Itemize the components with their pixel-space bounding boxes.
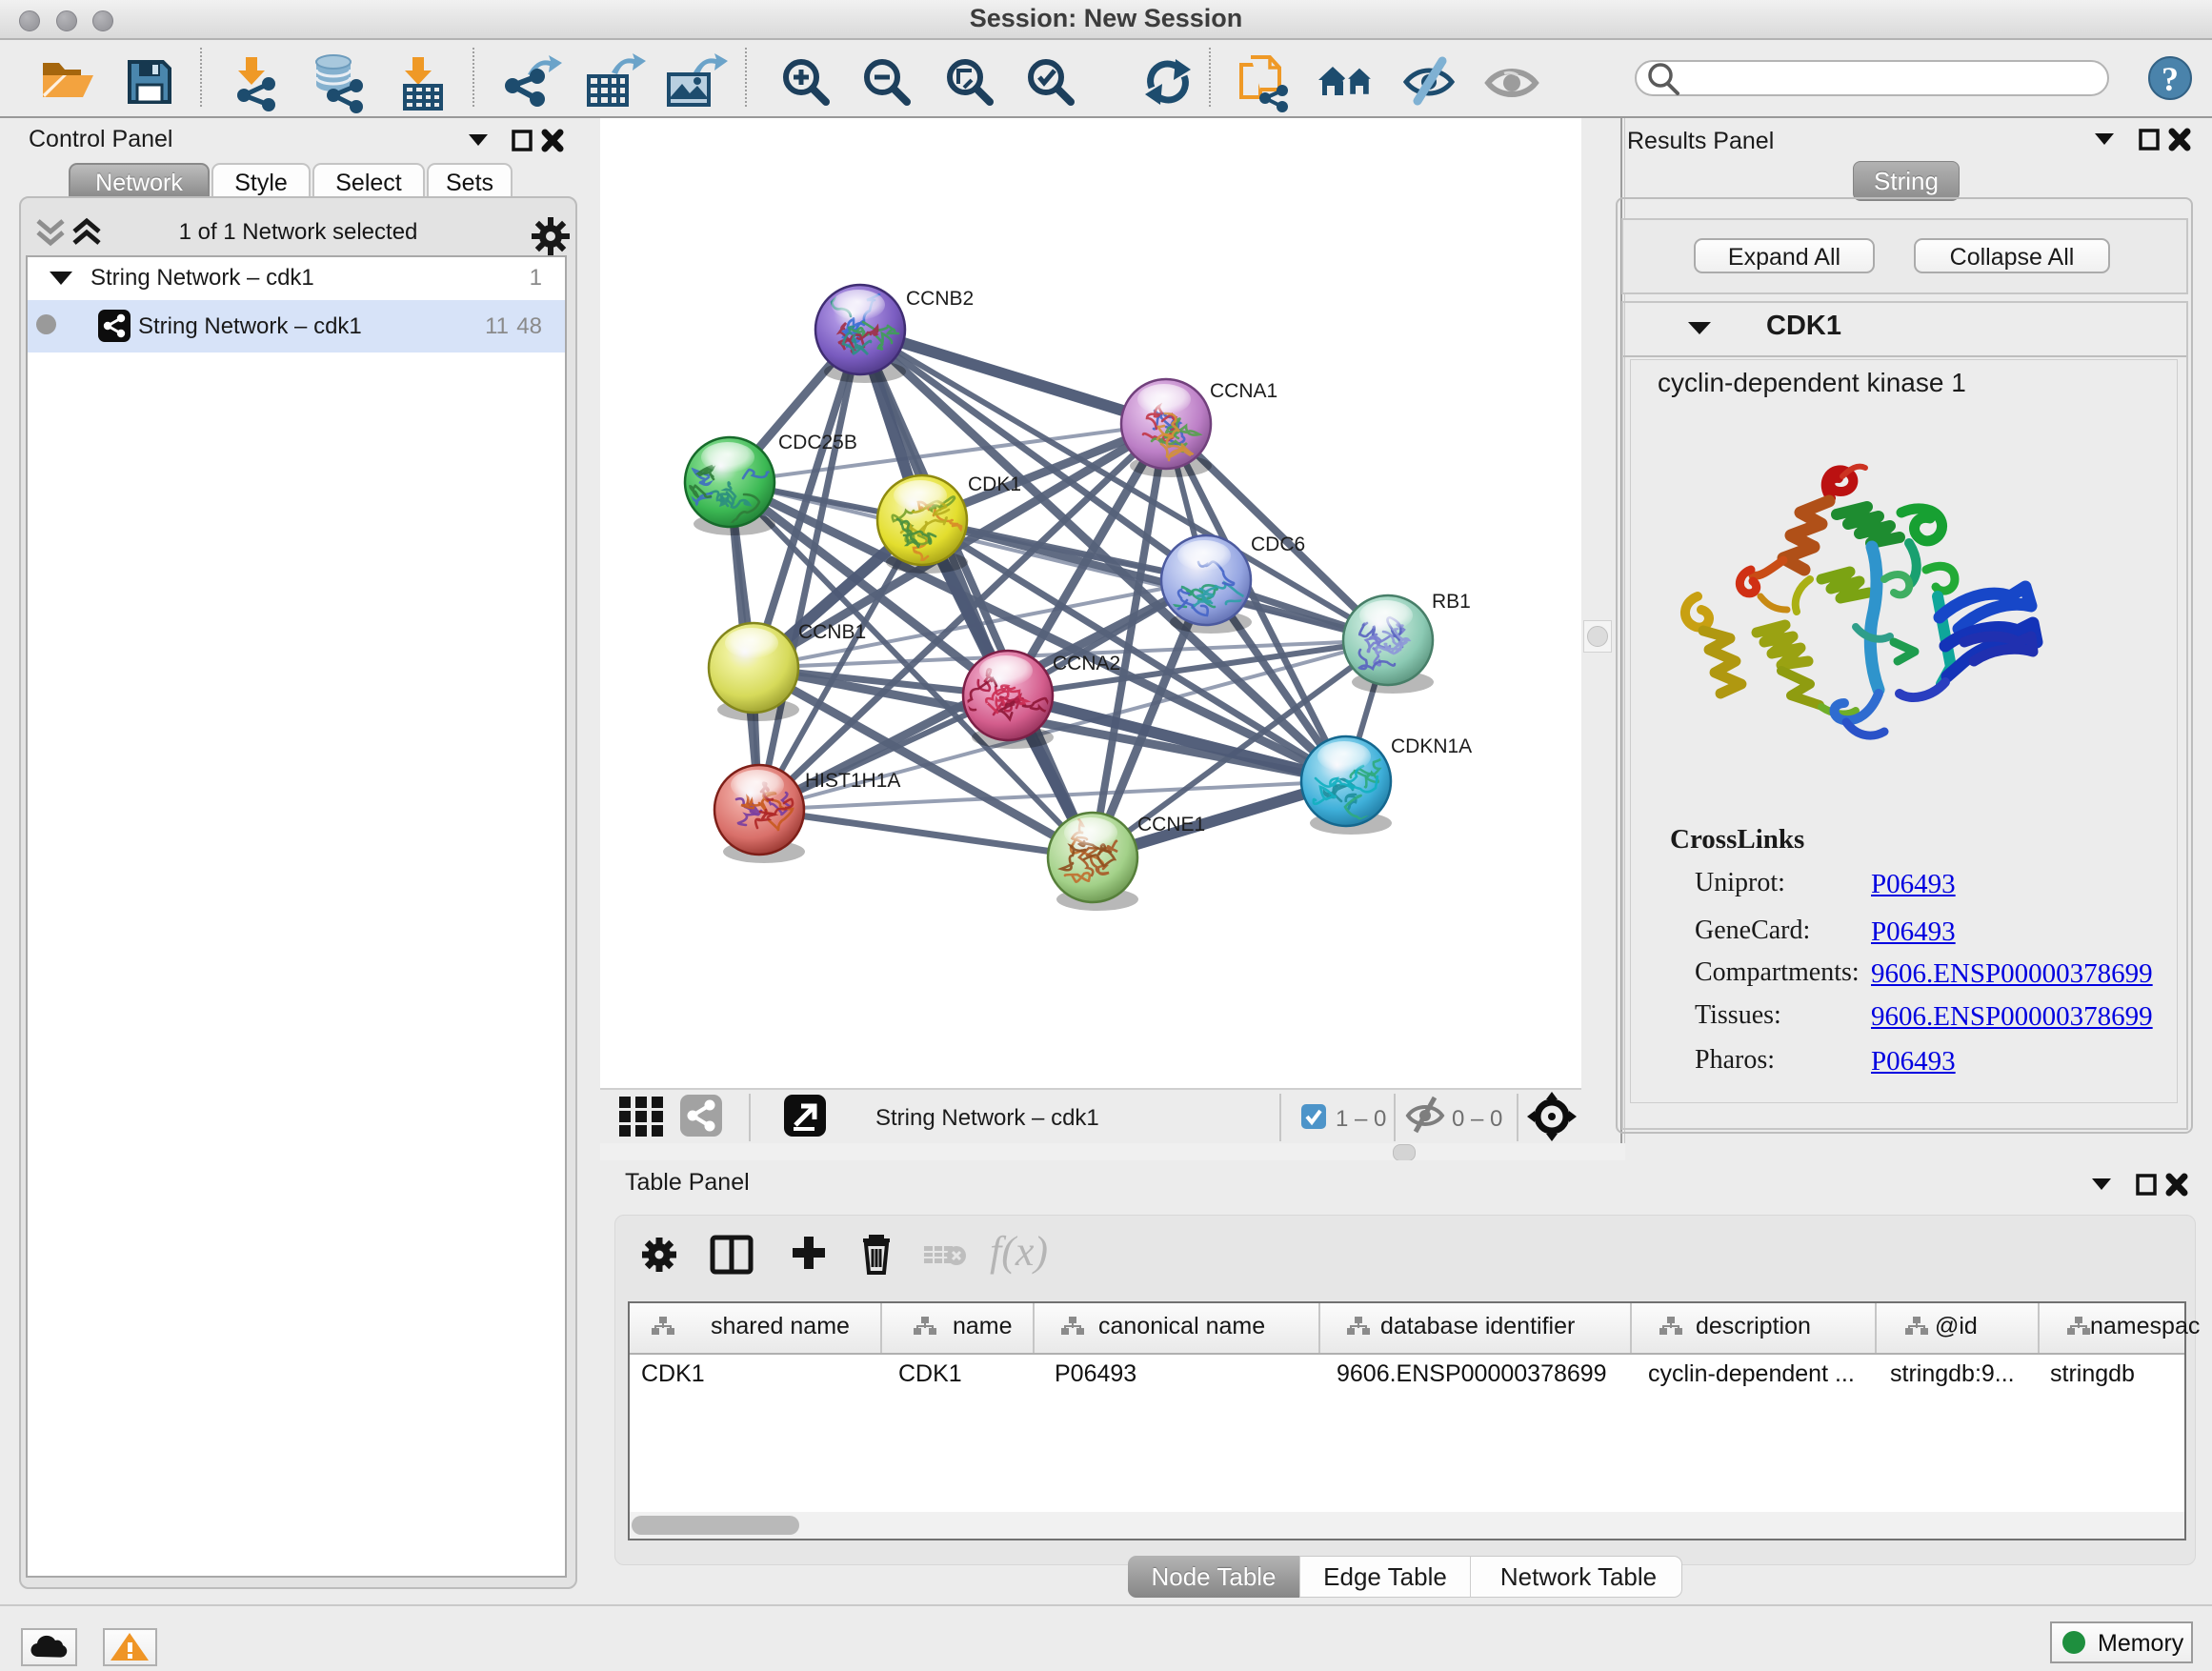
svg-text:CCNB1: CCNB1: [798, 621, 866, 643]
svg-text:CDC25B: CDC25B: [778, 432, 857, 453]
svg-text:CCNE1: CCNE1: [1137, 814, 1205, 836]
svg-text:String Network – cdk1: String Network – cdk1: [875, 1105, 1099, 1131]
svg-text:CDKN1A: CDKN1A: [1391, 735, 1472, 757]
svg-text:CCNB2: CCNB2: [906, 288, 974, 310]
svg-text:HIST1H1A: HIST1H1A: [805, 770, 900, 792]
svg-text:CDK1: CDK1: [968, 473, 1021, 495]
svg-text:CDC6: CDC6: [1251, 534, 1305, 555]
svg-text:f(x): f(x): [990, 1228, 1048, 1275]
svg-text:0 – 0: 0 – 0: [1452, 1106, 1502, 1132]
svg-text:CCNA1: CCNA1: [1210, 380, 1277, 402]
svg-text:CCNA2: CCNA2: [1053, 653, 1120, 674]
svg-text:1 – 0: 1 – 0: [1336, 1106, 1386, 1132]
svg-text:RB1: RB1: [1432, 591, 1471, 613]
svg-text:?: ?: [2162, 60, 2179, 98]
